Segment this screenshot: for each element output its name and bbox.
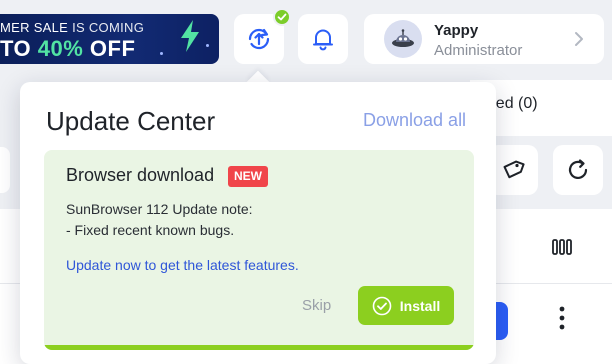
avatar — [384, 20, 422, 58]
refresh-button[interactable] — [553, 145, 603, 195]
columns-icon[interactable] — [552, 238, 572, 256]
new-badge: NEW — [228, 166, 268, 187]
notifications-button[interactable] — [298, 14, 348, 64]
promo-offer: TO 40% OFF — [0, 36, 136, 61]
lightning-icon — [181, 20, 199, 52]
download-all-link[interactable]: Download all — [363, 110, 466, 131]
update-card: Browser download NEW SunBrowser 112 Upda… — [44, 150, 474, 350]
tag-icon — [503, 160, 525, 179]
card-title: Browser download — [66, 165, 215, 185]
alien-avatar-icon — [392, 29, 414, 47]
user-role: Administrator — [434, 42, 523, 59]
star-decoration — [206, 44, 209, 47]
card-accent-bar — [44, 345, 474, 350]
user-profile-card[interactable]: Yappy Administrator — [364, 14, 604, 64]
update-icon — [248, 28, 270, 50]
check-icon — [273, 8, 291, 26]
user-name: Yappy — [434, 22, 479, 39]
update-now-link[interactable]: Update now to get the latest features. — [66, 257, 299, 273]
filter-chip[interactable] — [0, 147, 10, 193]
kebab-menu-icon[interactable] — [557, 305, 567, 331]
refresh-icon — [568, 159, 588, 179]
install-button[interactable]: Install — [358, 286, 454, 325]
update-note-item: - Fixed recent known bugs. — [66, 222, 235, 238]
popover-title: Update Center — [46, 106, 216, 136]
skip-button[interactable]: Skip — [302, 297, 331, 314]
bell-icon — [313, 29, 333, 51]
update-note-heading: SunBrowser 112 Update note: — [66, 201, 253, 217]
star-decoration — [160, 52, 163, 55]
update-center-popover: Update Center Download all Browser downl… — [20, 82, 496, 364]
install-label: Install — [399, 297, 441, 314]
promo-banner[interactable]: MER SALE IS COMING TO 40% OFF — [0, 14, 219, 64]
check-circle-icon — [372, 296, 392, 315]
promo-headline: MER SALE IS COMING — [0, 20, 145, 35]
chevron-right-icon — [575, 32, 583, 46]
